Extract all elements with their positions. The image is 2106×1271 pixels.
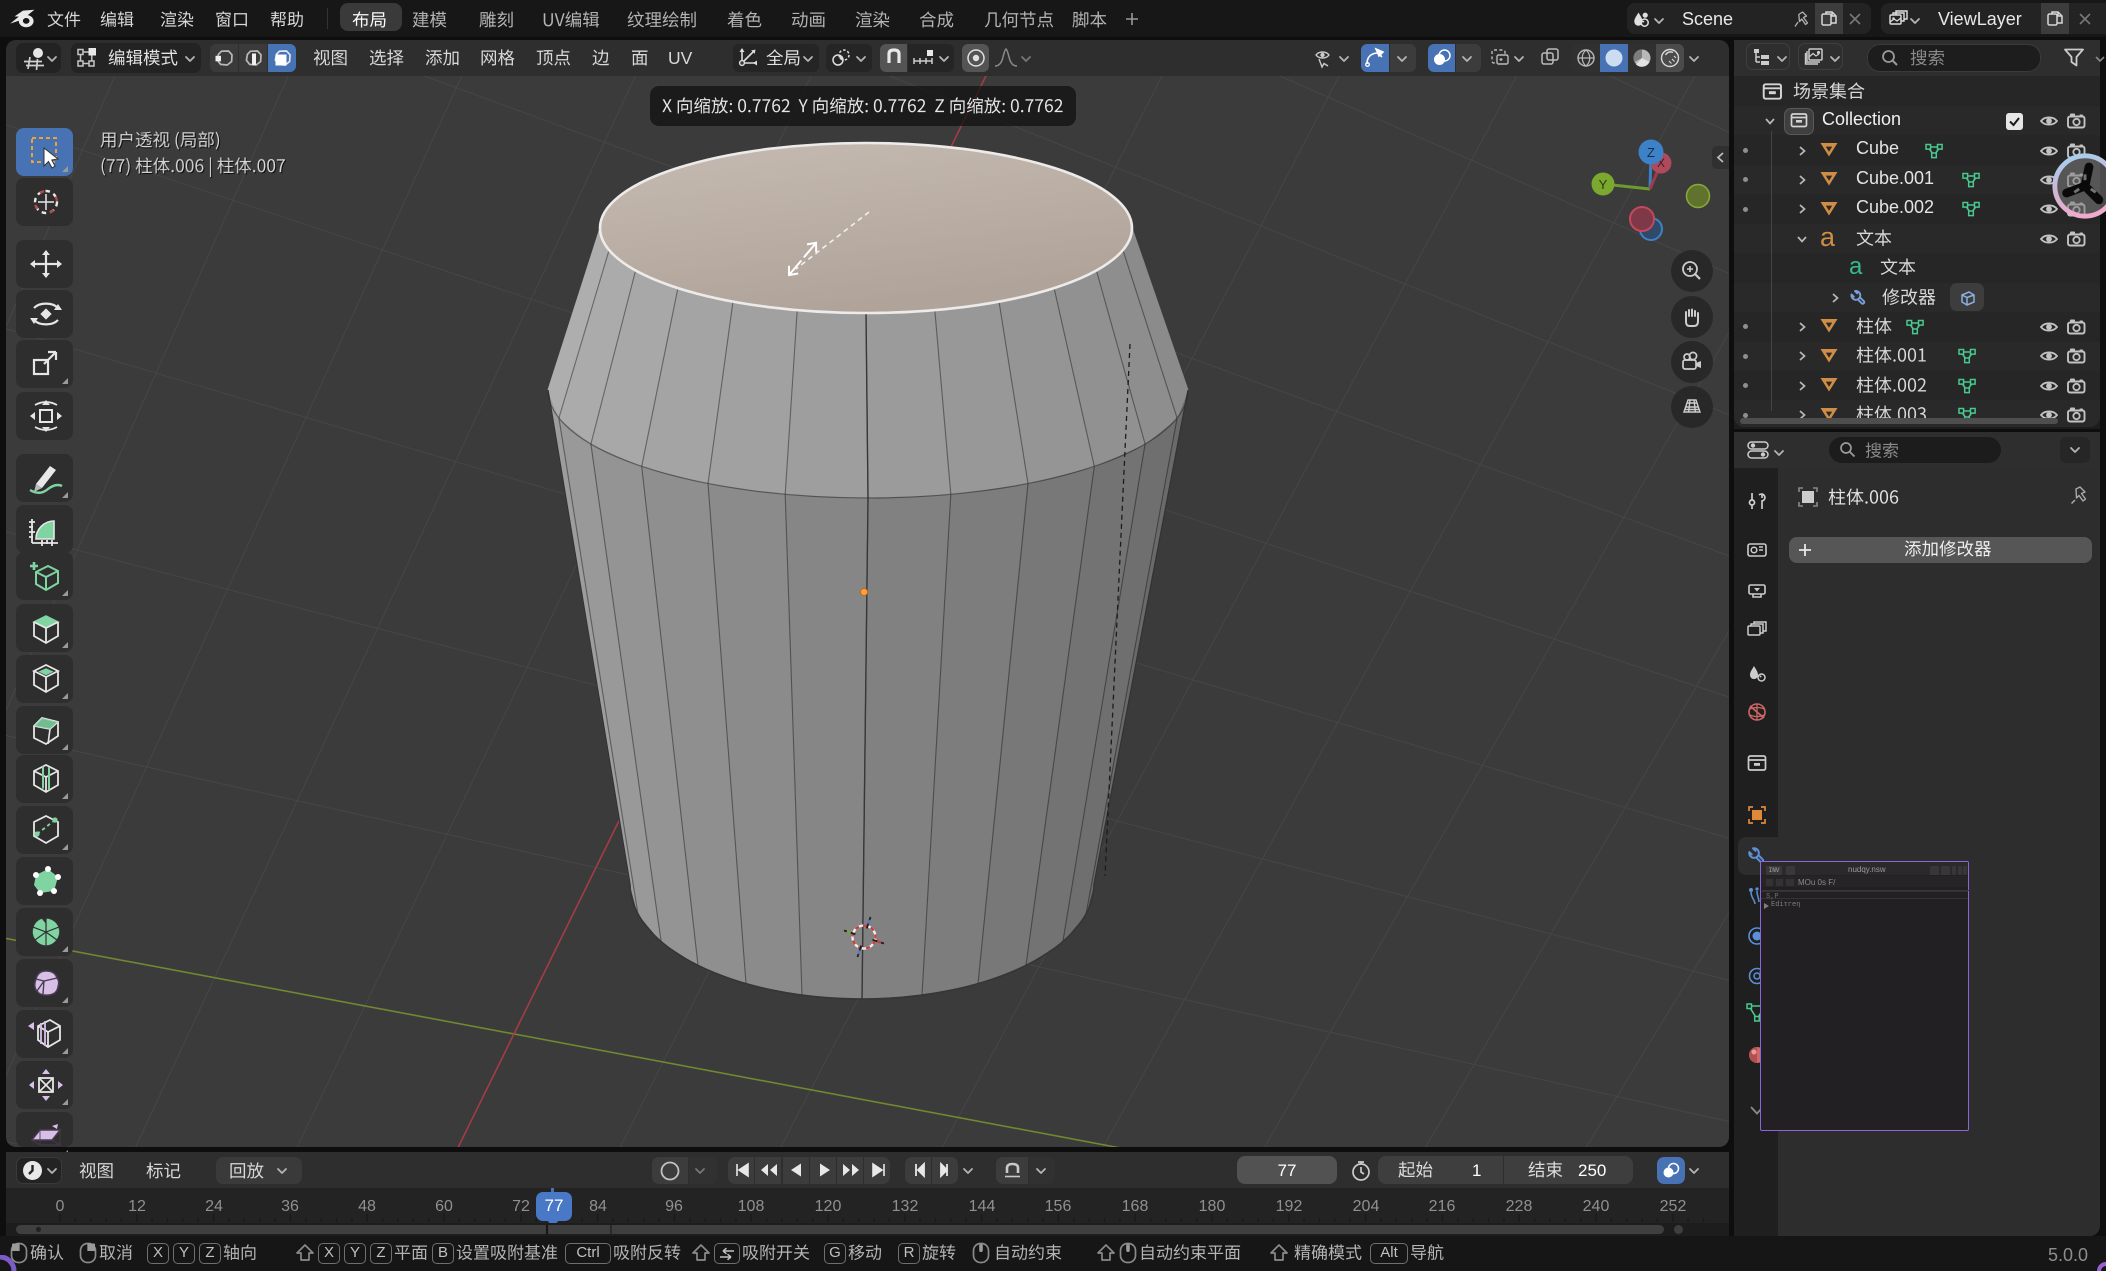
- svg-text:Z: Z: [1647, 145, 1655, 160]
- svg-text:Y: Y: [1599, 177, 1608, 192]
